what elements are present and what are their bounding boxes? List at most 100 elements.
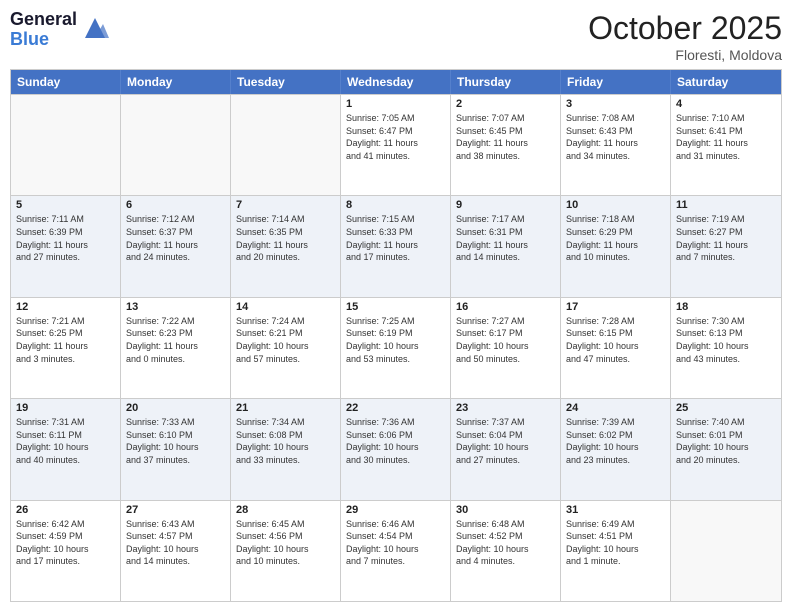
- logo: General Blue: [10, 10, 109, 50]
- day-header: Tuesday: [231, 70, 341, 94]
- day-cell: 10 Sunrise: 7:18 AM Sunset: 6:29 PM Dayli…: [561, 196, 671, 296]
- day-number: 27: [126, 504, 225, 516]
- week-row: 12 Sunrise: 7:21 AM Sunset: 6:25 PM Dayli…: [11, 297, 781, 398]
- day-info: Sunrise: 6:45 AM Sunset: 4:56 PM Dayligh…: [236, 518, 335, 568]
- day-info: Sunrise: 7:25 AM Sunset: 6:19 PM Dayligh…: [346, 315, 445, 365]
- day-cell: 20 Sunrise: 7:33 AM Sunset: 6:10 PM Dayli…: [121, 399, 231, 499]
- logo-blue: Blue: [10, 30, 77, 50]
- day-info: Sunrise: 7:15 AM Sunset: 6:33 PM Dayligh…: [346, 213, 445, 263]
- day-info: Sunrise: 6:43 AM Sunset: 4:57 PM Dayligh…: [126, 518, 225, 568]
- day-info: Sunrise: 7:07 AM Sunset: 6:45 PM Dayligh…: [456, 112, 555, 162]
- month-title: October 2025: [588, 10, 782, 47]
- day-info: Sunrise: 6:46 AM Sunset: 4:54 PM Dayligh…: [346, 518, 445, 568]
- day-info: Sunrise: 7:28 AM Sunset: 6:15 PM Dayligh…: [566, 315, 665, 365]
- day-cell: [121, 95, 231, 195]
- week-row: 26 Sunrise: 6:42 AM Sunset: 4:59 PM Dayli…: [11, 500, 781, 601]
- day-cell: 5Sunrise: 7:11 AM Sunset: 6:39 PM Daylig…: [11, 196, 121, 296]
- day-number: 13: [126, 301, 225, 313]
- day-info: Sunrise: 6:42 AM Sunset: 4:59 PM Dayligh…: [16, 518, 115, 568]
- day-number: 26: [16, 504, 115, 516]
- day-number: 12: [16, 301, 115, 313]
- day-cell: 7Sunrise: 7:14 AM Sunset: 6:35 PM Daylig…: [231, 196, 341, 296]
- day-info: Sunrise: 7:19 AM Sunset: 6:27 PM Dayligh…: [676, 213, 776, 263]
- calendar-body: 1Sunrise: 7:05 AM Sunset: 6:47 PM Daylig…: [11, 94, 781, 601]
- day-cell: 31 Sunrise: 6:49 AM Sunset: 4:51 PM Dayli…: [561, 501, 671, 601]
- day-number: 18: [676, 301, 776, 313]
- day-number: 28: [236, 504, 335, 516]
- day-cell: 14 Sunrise: 7:24 AM Sunset: 6:21 PM Dayli…: [231, 298, 341, 398]
- day-info: Sunrise: 7:31 AM Sunset: 6:11 PM Dayligh…: [16, 416, 115, 466]
- day-info: Sunrise: 7:18 AM Sunset: 6:29 PM Dayligh…: [566, 213, 665, 263]
- day-info: Sunrise: 7:39 AM Sunset: 6:02 PM Dayligh…: [566, 416, 665, 466]
- day-cell: [231, 95, 341, 195]
- day-cell: 4Sunrise: 7:10 AM Sunset: 6:41 PM Daylig…: [671, 95, 781, 195]
- day-info: Sunrise: 7:17 AM Sunset: 6:31 PM Dayligh…: [456, 213, 555, 263]
- day-cell: 1Sunrise: 7:05 AM Sunset: 6:47 PM Daylig…: [341, 95, 451, 195]
- day-cell: 17 Sunrise: 7:28 AM Sunset: 6:15 PM Dayli…: [561, 298, 671, 398]
- day-number: 9: [456, 199, 555, 211]
- day-cell: 13 Sunrise: 7:22 AM Sunset: 6:23 PM Dayli…: [121, 298, 231, 398]
- day-cell: 6Sunrise: 7:12 AM Sunset: 6:37 PM Daylig…: [121, 196, 231, 296]
- day-number: 14: [236, 301, 335, 313]
- day-cell: 29Sunrise: 6:46 AM Sunset: 4:54 PM Dayli…: [341, 501, 451, 601]
- day-number: 17: [566, 301, 665, 313]
- day-number: 19: [16, 402, 115, 414]
- day-cell: 18 Sunrise: 7:30 AM Sunset: 6:13 PM Dayli…: [671, 298, 781, 398]
- day-info: Sunrise: 7:08 AM Sunset: 6:43 PM Dayligh…: [566, 112, 665, 162]
- day-info: Sunrise: 7:33 AM Sunset: 6:10 PM Dayligh…: [126, 416, 225, 466]
- day-headers: SundayMondayTuesdayWednesdayThursdayFrid…: [11, 70, 781, 94]
- day-cell: 23 Sunrise: 7:37 AM Sunset: 6:04 PM Dayli…: [451, 399, 561, 499]
- day-info: Sunrise: 7:21 AM Sunset: 6:25 PM Dayligh…: [16, 315, 115, 365]
- day-cell: 16Sunrise: 7:27 AM Sunset: 6:17 PM Dayli…: [451, 298, 561, 398]
- day-cell: 22 Sunrise: 7:36 AM Sunset: 6:06 PM Dayli…: [341, 399, 451, 499]
- day-cell: 2 Sunrise: 7:07 AM Sunset: 6:45 PM Daylig…: [451, 95, 561, 195]
- day-cell: 12 Sunrise: 7:21 AM Sunset: 6:25 PM Dayli…: [11, 298, 121, 398]
- day-number: 30: [456, 504, 555, 516]
- day-header: Monday: [121, 70, 231, 94]
- day-info: Sunrise: 7:27 AM Sunset: 6:17 PM Dayligh…: [456, 315, 555, 365]
- day-cell: [11, 95, 121, 195]
- day-number: 8: [346, 199, 445, 211]
- day-info: Sunrise: 7:14 AM Sunset: 6:35 PM Dayligh…: [236, 213, 335, 263]
- day-number: 20: [126, 402, 225, 414]
- logo-icon: [81, 14, 109, 42]
- day-cell: 30 Sunrise: 6:48 AM Sunset: 4:52 PM Dayli…: [451, 501, 561, 601]
- day-info: Sunrise: 7:34 AM Sunset: 6:08 PM Dayligh…: [236, 416, 335, 466]
- title-block: October 2025 Floresti, Moldova: [588, 10, 782, 63]
- day-info: Sunrise: 7:37 AM Sunset: 6:04 PM Dayligh…: [456, 416, 555, 466]
- logo-general: General: [10, 10, 77, 30]
- day-number: 4: [676, 98, 776, 110]
- day-header: Saturday: [671, 70, 781, 94]
- day-info: Sunrise: 7:30 AM Sunset: 6:13 PM Dayligh…: [676, 315, 776, 365]
- day-header: Friday: [561, 70, 671, 94]
- day-info: Sunrise: 6:48 AM Sunset: 4:52 PM Dayligh…: [456, 518, 555, 568]
- week-row: 5Sunrise: 7:11 AM Sunset: 6:39 PM Daylig…: [11, 195, 781, 296]
- day-number: 31: [566, 504, 665, 516]
- day-cell: 26 Sunrise: 6:42 AM Sunset: 4:59 PM Dayli…: [11, 501, 121, 601]
- day-cell: 21Sunrise: 7:34 AM Sunset: 6:08 PM Dayli…: [231, 399, 341, 499]
- day-number: 24: [566, 402, 665, 414]
- week-row: 19 Sunrise: 7:31 AM Sunset: 6:11 PM Dayli…: [11, 398, 781, 499]
- day-info: Sunrise: 7:40 AM Sunset: 6:01 PM Dayligh…: [676, 416, 776, 466]
- day-number: 2: [456, 98, 555, 110]
- day-cell: [671, 501, 781, 601]
- day-info: Sunrise: 7:22 AM Sunset: 6:23 PM Dayligh…: [126, 315, 225, 365]
- day-cell: 27 Sunrise: 6:43 AM Sunset: 4:57 PM Dayli…: [121, 501, 231, 601]
- day-header: Thursday: [451, 70, 561, 94]
- day-number: 22: [346, 402, 445, 414]
- day-cell: 24 Sunrise: 7:39 AM Sunset: 6:02 PM Dayli…: [561, 399, 671, 499]
- day-number: 23: [456, 402, 555, 414]
- day-cell: 8 Sunrise: 7:15 AM Sunset: 6:33 PM Daylig…: [341, 196, 451, 296]
- day-number: 3: [566, 98, 665, 110]
- header: General Blue October 2025 Floresti, Mold…: [10, 10, 782, 63]
- calendar: SundayMondayTuesdayWednesdayThursdayFrid…: [10, 69, 782, 602]
- day-info: Sunrise: 7:12 AM Sunset: 6:37 PM Dayligh…: [126, 213, 225, 263]
- day-cell: 15Sunrise: 7:25 AM Sunset: 6:19 PM Dayli…: [341, 298, 451, 398]
- day-info: Sunrise: 7:36 AM Sunset: 6:06 PM Dayligh…: [346, 416, 445, 466]
- day-info: Sunrise: 7:24 AM Sunset: 6:21 PM Dayligh…: [236, 315, 335, 365]
- day-number: 11: [676, 199, 776, 211]
- day-header: Wednesday: [341, 70, 451, 94]
- day-info: Sunrise: 6:49 AM Sunset: 4:51 PM Dayligh…: [566, 518, 665, 568]
- day-cell: 25Sunrise: 7:40 AM Sunset: 6:01 PM Dayli…: [671, 399, 781, 499]
- day-number: 10: [566, 199, 665, 211]
